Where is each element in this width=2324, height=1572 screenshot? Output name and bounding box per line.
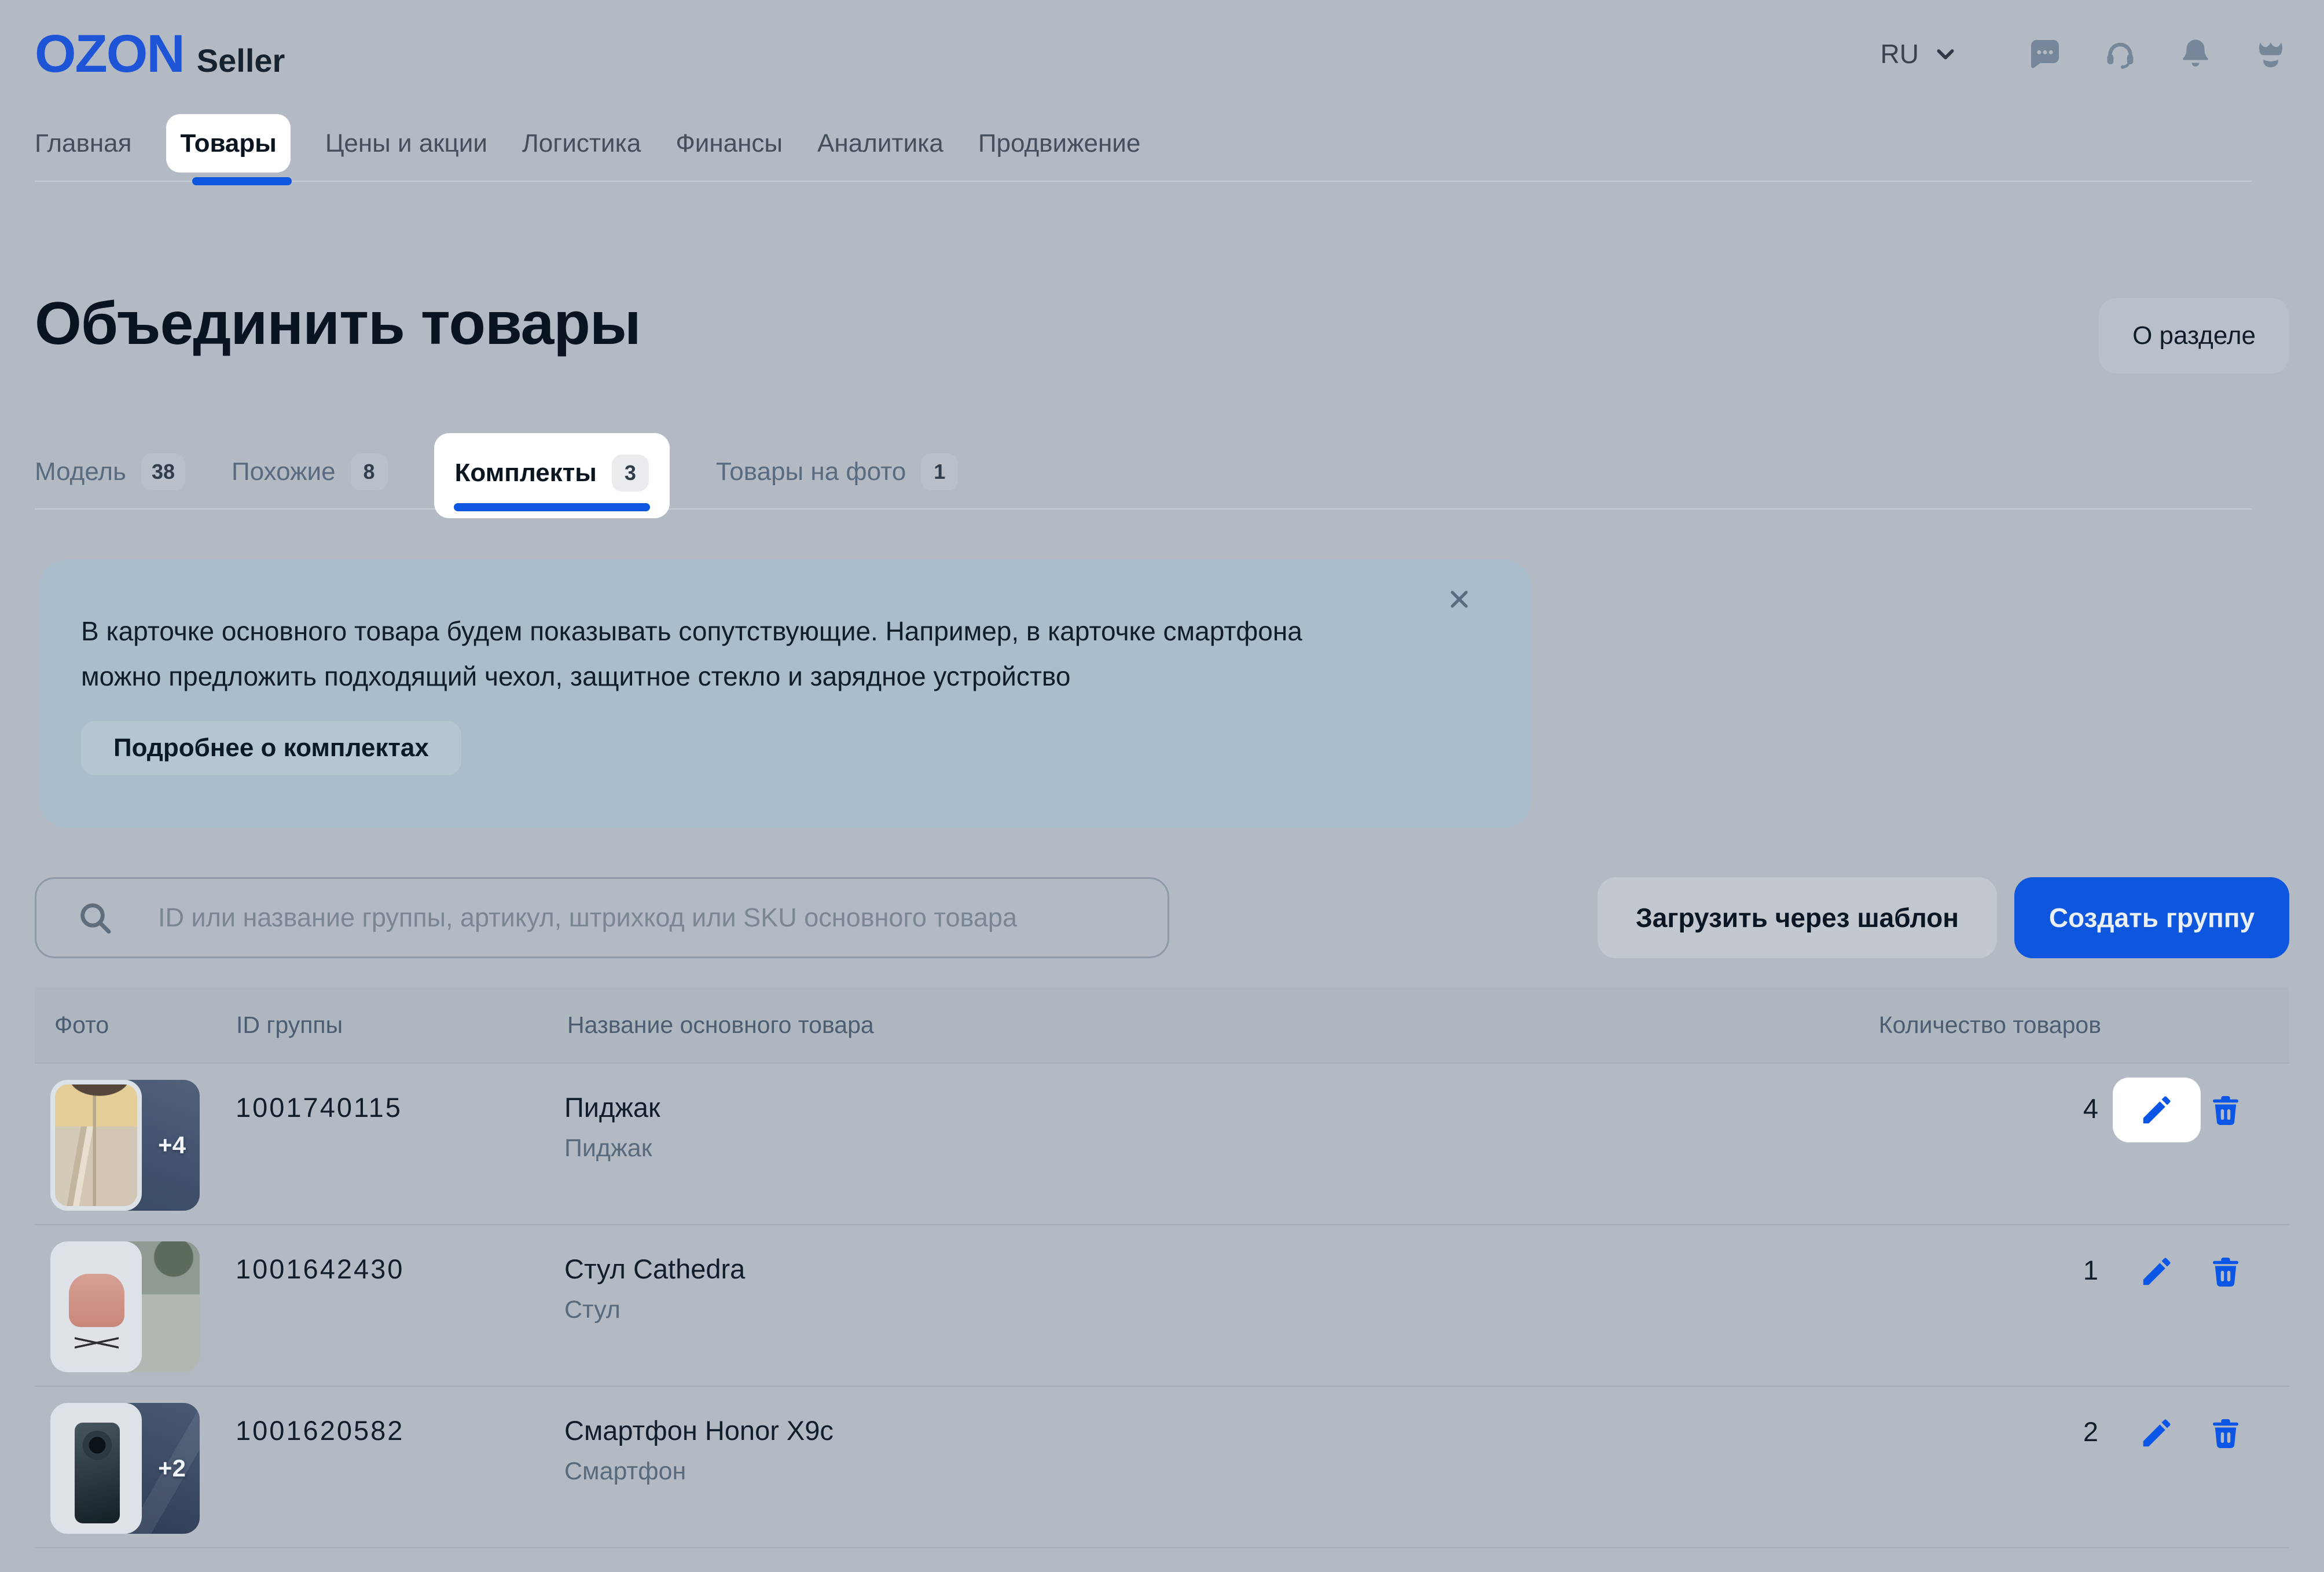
create-group-button[interactable]: Создать группу xyxy=(2014,877,2289,958)
column-main-product: Название основного товара xyxy=(567,1012,874,1039)
tab-model[interactable]: Модель 38 xyxy=(35,433,185,511)
search-input[interactable] xyxy=(35,877,1169,958)
trash-icon xyxy=(2206,1253,2245,1291)
info-banner: В карточке основного товара будем показы… xyxy=(39,560,1531,827)
product-name: Смартфон Honor X9c xyxy=(564,1415,834,1446)
search-field-wrap xyxy=(35,877,1169,958)
nav-item-prices[interactable]: Цены и акции xyxy=(325,114,487,173)
bell-icon[interactable] xyxy=(2177,35,2214,72)
tab-products-on-photo-label: Товары на фото xyxy=(716,457,906,486)
pencil-icon xyxy=(2139,1254,2175,1289)
delete-button[interactable] xyxy=(2206,1253,2245,1291)
product-category: Смартфон xyxy=(564,1457,686,1486)
table-header: Фото ID группы Название основного товара… xyxy=(35,987,2289,1064)
tab-bundles-count: 3 xyxy=(612,455,649,492)
crown-icon[interactable] xyxy=(2252,35,2289,72)
product-photo-stack: +2 xyxy=(50,1403,218,1534)
banner-text-line2: можно предложить подходящий чехол, защит… xyxy=(81,654,1462,699)
tab-bundles[interactable]: Комплекты 3 xyxy=(434,433,670,518)
products-count: 1 xyxy=(1971,1254,2098,1286)
nav-item-analytics[interactable]: Аналитика xyxy=(817,114,943,173)
group-id: 1001642430 xyxy=(236,1253,404,1285)
product-name: Стул Cathedra xyxy=(564,1253,745,1285)
table-row: +4 1001740115 Пиджак Пиджак 4 xyxy=(35,1064,2289,1225)
nav-active-underline xyxy=(192,177,292,185)
pencil-icon xyxy=(2139,1415,2175,1451)
language-selector[interactable]: RU xyxy=(1881,38,1957,69)
pencil-icon xyxy=(2139,1092,2175,1128)
top-bar: OZON Seller RU xyxy=(35,22,2289,86)
product-photo-stack: +4 xyxy=(50,1080,218,1211)
chevron-down-icon xyxy=(1934,42,1957,65)
tab-products-on-photo[interactable]: Товары на фото 1 xyxy=(716,433,958,511)
close-icon[interactable] xyxy=(1445,585,1473,613)
nav-item-finance[interactable]: Финансы xyxy=(675,114,783,173)
tab-model-label: Модель xyxy=(35,457,126,486)
trash-icon xyxy=(2206,1415,2245,1453)
headset-icon[interactable] xyxy=(2102,35,2139,72)
section-tabs: Модель 38 Похожие 8 Комплекты 3 Товары н… xyxy=(35,433,958,518)
extra-photos-badge: +2 xyxy=(143,1403,201,1534)
groups-table: Фото ID группы Название основного товара… xyxy=(35,987,2289,1548)
nav-item-logistics[interactable]: Логистика xyxy=(522,114,641,173)
table-row: 1001642430 Стул Cathedra Стул 1 xyxy=(35,1225,2289,1387)
product-photo-stack xyxy=(50,1241,218,1372)
delete-button[interactable] xyxy=(2206,1415,2245,1453)
edit-button[interactable] xyxy=(2113,1401,2201,1465)
logo-seller-text: Seller xyxy=(197,42,285,79)
product-category: Стул xyxy=(564,1296,621,1324)
upload-template-button[interactable]: Загрузить через шаблон xyxy=(1598,877,1997,958)
group-id: 1001740115 xyxy=(236,1091,402,1123)
product-photo xyxy=(50,1080,142,1211)
tab-bundles-label: Комплекты xyxy=(455,459,597,488)
banner-more-button[interactable]: Подробнее о комплектах xyxy=(81,721,461,775)
tab-products-on-photo-count: 1 xyxy=(921,453,958,490)
trash-icon xyxy=(2206,1091,2245,1130)
tab-similar-count: 8 xyxy=(351,453,388,490)
extra-photos-badge: +4 xyxy=(143,1080,201,1211)
column-group-id: ID группы xyxy=(236,1012,343,1039)
edit-button[interactable] xyxy=(2113,1078,2201,1142)
banner-text-line1: В карточке основного товара будем показы… xyxy=(81,609,1462,654)
search-icon xyxy=(76,899,113,936)
nav-divider xyxy=(35,181,2252,182)
products-count: 4 xyxy=(1971,1093,2098,1124)
ozon-seller-screen: OZON Seller RU Главная Товары Цены xyxy=(0,0,2324,1572)
product-photo xyxy=(50,1403,142,1534)
ozon-seller-logo[interactable]: OZON Seller xyxy=(35,24,285,85)
table-row: +2 1001620582 Смартфон Honor X9c Смартфо… xyxy=(35,1387,2289,1548)
about-section-button[interactable]: О разделе xyxy=(2099,298,2289,373)
page-title: Объединить товары xyxy=(35,290,641,358)
product-photo xyxy=(50,1241,142,1372)
nav-item-home[interactable]: Главная xyxy=(35,114,131,173)
main-nav: Главная Товары Цены и акции Логистика Фи… xyxy=(35,114,1140,173)
column-quantity: Количество товаров xyxy=(1879,1012,2101,1039)
products-count: 2 xyxy=(1971,1416,2098,1448)
group-id: 1001620582 xyxy=(236,1415,404,1446)
top-bar-actions: RU xyxy=(1881,35,2289,72)
product-name: Пиджак xyxy=(564,1091,660,1123)
language-code: RU xyxy=(1881,38,1919,69)
tab-similar-label: Похожие xyxy=(232,457,336,486)
edit-button[interactable] xyxy=(2113,1239,2201,1304)
tab-similar[interactable]: Похожие 8 xyxy=(232,433,388,511)
product-category: Пиджак xyxy=(564,1134,652,1163)
tab-model-count: 38 xyxy=(141,453,185,490)
logo-ozon-text: OZON xyxy=(35,24,184,85)
delete-button[interactable] xyxy=(2206,1091,2245,1130)
nav-item-promotion[interactable]: Продвижение xyxy=(978,114,1140,173)
column-photo: Фото xyxy=(54,1012,109,1039)
chat-icon[interactable] xyxy=(2026,35,2064,72)
nav-item-products[interactable]: Товары xyxy=(166,114,290,173)
